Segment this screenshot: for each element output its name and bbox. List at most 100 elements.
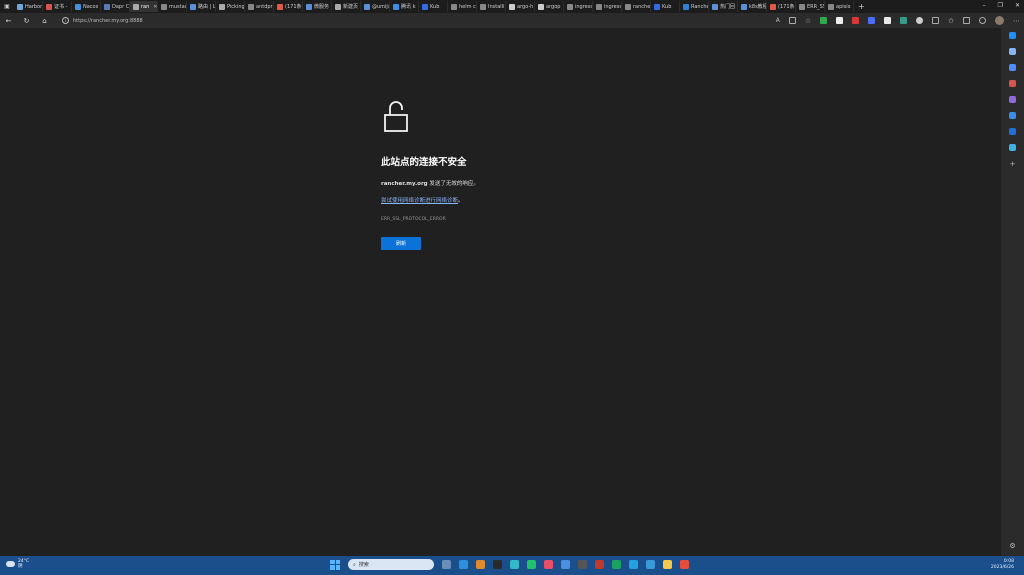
rancher-icon	[683, 3, 689, 10]
tab-7[interactable]: 路由 | L	[187, 1, 216, 12]
extensions-puzzle-icon[interactable]	[932, 17, 940, 24]
read-aloud-icon[interactable]: A	[776, 17, 780, 24]
briefcase-icon[interactable]	[1009, 80, 1016, 87]
triangle-app-icon[interactable]	[561, 560, 570, 569]
tag-icon[interactable]	[1009, 64, 1016, 71]
tab-19[interactable]: argop	[535, 1, 564, 12]
refresh-button[interactable]: ↻	[22, 17, 31, 25]
tab-6[interactable]: mustac	[158, 1, 187, 12]
tab-label: rancher	[633, 3, 651, 10]
extension-dark-icon[interactable]	[836, 17, 844, 24]
close-tab-icon[interactable]: ✕	[153, 4, 157, 10]
tab-2[interactable]: 证书 -	[43, 1, 72, 12]
collections-icon[interactable]	[963, 17, 970, 24]
task-view-icon[interactable]	[442, 560, 451, 569]
tab-21[interactable]: ingress	[593, 1, 622, 12]
tab-29[interactable]: apisix	[825, 1, 854, 12]
send-icon[interactable]	[1009, 144, 1016, 151]
games-icon[interactable]	[1009, 96, 1016, 103]
weather-widget[interactable]: 24°C 阴	[6, 559, 29, 569]
vscode-insiders-icon[interactable]	[629, 560, 638, 569]
tab-8[interactable]: Picking	[216, 1, 245, 12]
tab-14[interactable]: 腾讯 k	[390, 1, 419, 12]
system-clock[interactable]: 0:08 2023/6/26	[991, 559, 1014, 571]
tab-5[interactable]: ran ✕	[130, 1, 158, 12]
tab-17[interactable]: Installi	[477, 1, 506, 12]
windows-taskbar: 24°C 阴 ⌕ 搜索 0:08 2023/6/26	[0, 556, 1024, 575]
windows-start-icon[interactable]	[330, 559, 340, 570]
tab-22[interactable]: rancher	[622, 1, 651, 12]
profile-avatar[interactable]	[995, 16, 1004, 25]
tab-27[interactable]: (171条	[767, 1, 796, 12]
network-diagnostics-link[interactable]: 尝试使用网络诊断进行网络诊断	[381, 196, 458, 204]
tab-20[interactable]: ingress	[564, 1, 593, 12]
address-field[interactable]: i https://rancher.my.org:8888	[58, 15, 718, 26]
pycharm-icon[interactable]	[527, 560, 536, 569]
nacos-icon	[75, 3, 81, 10]
edge-icon[interactable]	[510, 560, 519, 569]
extension-red-icon[interactable]	[852, 17, 860, 24]
idea-icon[interactable]	[544, 560, 553, 569]
outlook-icon[interactable]	[1009, 128, 1016, 135]
new-tab-button[interactable]: +	[854, 2, 869, 11]
tab-12[interactable]: 新建页	[332, 1, 361, 12]
search-icon: ⌕	[353, 561, 356, 568]
tab-3[interactable]: Nacos	[72, 1, 101, 12]
close-window-button[interactable]: ✕	[1015, 2, 1020, 9]
page-icon	[828, 3, 834, 10]
favorites-icon[interactable]: ✩	[948, 17, 954, 25]
tab-label: Rancher	[691, 3, 708, 10]
maximize-button[interactable]: ❐	[998, 2, 1003, 9]
tab-label: (171条	[778, 4, 795, 10]
tab-18[interactable]: argo-h	[506, 1, 535, 12]
tab-24[interactable]: Rancher	[680, 1, 709, 12]
taskbar-search[interactable]: ⌕ 搜索	[348, 559, 434, 570]
game-icon[interactable]	[578, 560, 587, 569]
reload-button[interactable]: 刷新	[381, 237, 421, 250]
store-icon[interactable]	[476, 560, 485, 569]
tab-label: Dapr C	[112, 3, 130, 10]
tab-23[interactable]: Kub	[651, 1, 680, 12]
search-icon[interactable]	[1009, 48, 1016, 55]
tab-26[interactable]: k8s教程	[738, 1, 767, 12]
tab-label: Kub	[430, 3, 440, 10]
vscode-icon[interactable]	[459, 560, 468, 569]
h-app-icon[interactable]	[612, 560, 621, 569]
dapr-icon	[104, 3, 110, 10]
extension-green-icon[interactable]	[820, 17, 828, 24]
tab-10[interactable]: (171条	[274, 1, 303, 12]
tab-15[interactable]: Kub	[419, 1, 448, 12]
tab-25[interactable]: 热门回	[709, 1, 738, 12]
extension-check-icon[interactable]	[884, 17, 892, 24]
add-sidebar-app-icon[interactable]: +	[1010, 160, 1016, 168]
obs-icon[interactable]	[493, 560, 502, 569]
copilot-icon[interactable]	[1009, 32, 1016, 39]
m365-icon[interactable]	[1009, 112, 1016, 119]
page-icon	[799, 3, 805, 10]
extension-teal-icon[interactable]	[900, 17, 908, 24]
tab-9[interactable]: antdpr	[245, 1, 274, 12]
minimize-button[interactable]: –	[983, 2, 986, 9]
tab-13[interactable]: @umijs	[361, 1, 390, 12]
favorite-star-icon[interactable]: ☆	[805, 17, 811, 25]
todo-icon[interactable]	[646, 560, 655, 569]
split-screen-icon[interactable]	[788, 17, 796, 24]
tab-actions-menu-icon[interactable]: ▣	[0, 3, 14, 10]
extension-blue-icon[interactable]	[868, 17, 876, 24]
back-button[interactable]: ←	[4, 17, 13, 25]
xmind-icon[interactable]	[680, 560, 689, 569]
tab-label: argop	[546, 3, 561, 10]
tab-1[interactable]: Harbor	[14, 1, 43, 12]
tab-28[interactable]: ERR_SS	[796, 1, 825, 12]
remote-icon[interactable]	[595, 560, 604, 569]
folder-icon[interactable]	[663, 560, 672, 569]
sidebar-settings-icon[interactable]: ⚙	[1009, 542, 1015, 550]
tab-4[interactable]: Dapr C	[101, 1, 130, 12]
home-button[interactable]: ⌂	[40, 17, 49, 25]
browser-essentials-icon[interactable]	[979, 17, 986, 24]
extension-settings-icon[interactable]	[916, 17, 924, 24]
tab-16[interactable]: helm c	[448, 1, 477, 12]
tab-11[interactable]: 微服务	[303, 1, 332, 12]
more-menu-icon[interactable]: ⋯	[1013, 17, 1020, 25]
site-info-icon[interactable]: i	[62, 17, 69, 24]
